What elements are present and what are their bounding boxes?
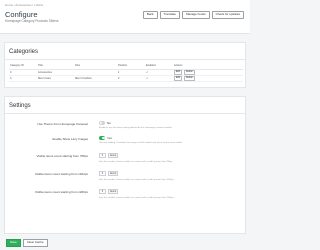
setting-help: Sets the number of items visible on scre…: [99, 179, 175, 181]
delete-button[interactable]: Delete: [183, 69, 195, 75]
manage-hooks-button[interactable]: Manage hooks: [181, 11, 210, 19]
row-actions-cell: Edit Delete: [173, 75, 243, 82]
clear-cache-button[interactable]: Clear Cache: [22, 239, 48, 247]
setting-label: Visible items count starting from 1024px: [34, 172, 88, 176]
row-actions: Edit Delete: [174, 69, 242, 75]
edit-button[interactable]: Edit: [174, 75, 182, 81]
breadcrumb[interactable]: Home / Accessories / t-shirts: [5, 3, 43, 7]
items-1200-control: 5 items: [99, 189, 119, 194]
lazy-images-toggle[interactable]: Yes: [99, 136, 112, 140]
page-subtitle: Homepage Category Products Sliders: [5, 19, 59, 23]
settings-title: Settings: [9, 103, 31, 109]
unit-label: items: [108, 153, 119, 158]
form-footer: Save Clear Cache: [6, 239, 48, 247]
categories-table: Category ID Title Size Position Enabled …: [9, 63, 243, 82]
table-row: 4 Men's Fare Men's Fashion 2 ✓ Edit Dele…: [9, 75, 243, 82]
items-1024-input[interactable]: 4: [99, 171, 106, 176]
category-title: Men's Fare: [37, 75, 74, 82]
save-button[interactable]: Save: [6, 239, 21, 247]
page-header: Home / Accessories / t-shirts Configure …: [0, 0, 250, 34]
enabled-check-icon[interactable]: ✓: [145, 75, 173, 82]
theme-carousel-toggle[interactable]: No: [99, 121, 111, 125]
header-actions: Back Translate Manage hooks Check for up…: [142, 11, 244, 19]
setting-label: Use Theme from Homepage Carousel: [37, 122, 88, 126]
setting-help: Sets the number of items visible on scre…: [99, 161, 173, 163]
toggle-switch[interactable]: [99, 121, 105, 125]
setting-label: Visible items count starting from 1200px: [34, 190, 88, 194]
settings-panel: Settings Use Theme from Homepage Carouse…: [4, 96, 246, 234]
toggle-value: No: [107, 121, 111, 125]
toggle-switch[interactable]: [99, 136, 105, 140]
categories-title: Categories: [9, 49, 39, 55]
divider: [5, 113, 245, 114]
page-title: Configure: [5, 10, 38, 19]
items-1200-input[interactable]: 5: [99, 189, 106, 194]
category-size: Men's Fashion: [74, 75, 117, 82]
divider: [5, 59, 245, 60]
items-768-control: 3 items: [99, 153, 119, 158]
setting-help: Sets the number of items visible on scre…: [99, 197, 175, 199]
setting-help: Use lazy loading. If enabled, the images…: [99, 142, 183, 144]
category-position: 2: [117, 75, 145, 82]
categories-panel: Categories Category ID Title Size Positi…: [4, 42, 246, 88]
items-1024-control: 4 items: [99, 171, 119, 176]
category-id: 4: [9, 75, 37, 82]
edit-button[interactable]: Edit: [174, 69, 182, 75]
row-actions: Edit Delete: [174, 75, 242, 81]
setting-label: Visible items count starting from 768px: [36, 154, 88, 158]
toggle-value: Yes: [107, 136, 112, 140]
unit-label: items: [108, 171, 119, 176]
translate-button[interactable]: Translate: [159, 11, 180, 19]
delete-button[interactable]: Delete: [183, 75, 195, 81]
setting-help: Enable to use the theme styling defined …: [99, 127, 173, 129]
items-768-input[interactable]: 3: [99, 153, 106, 158]
setting-label: Enable Show Lazy Images: [52, 137, 88, 141]
check-updates-button[interactable]: Check for updates: [211, 11, 244, 19]
back-button[interactable]: Back: [142, 11, 158, 19]
unit-label: items: [108, 189, 119, 194]
